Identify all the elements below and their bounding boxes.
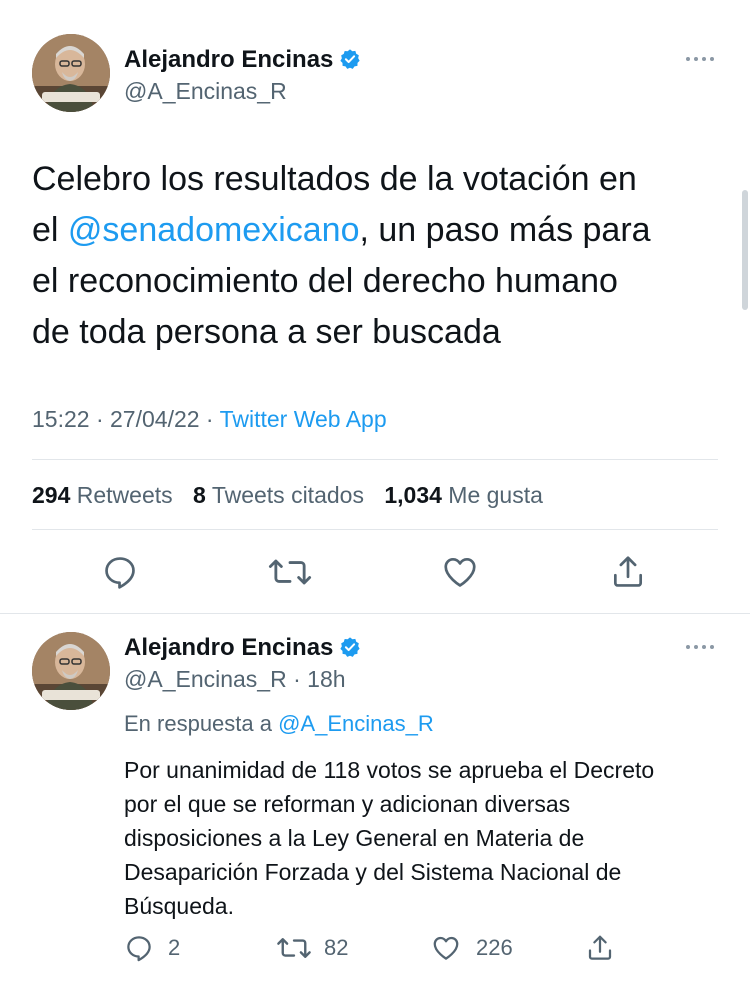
likes-label: Me gusta xyxy=(448,482,543,508)
like-icon xyxy=(433,936,459,960)
tweet-text-segment: , un paso más para xyxy=(359,211,651,249)
author-handle-line: @A_Encinas_R · 18h xyxy=(124,666,346,692)
in-reply-to: En respuesta a @A_Encinas_R xyxy=(124,711,434,737)
reply-text-line: por el que se reforman y adicionan diver… xyxy=(124,791,571,817)
reply-text-line: Búsqueda. xyxy=(124,893,234,919)
reply-text-line: Por unanimidad de 118 votos se aprueba e… xyxy=(124,757,655,783)
tweet-time[interactable]: 15:22 xyxy=(32,406,90,432)
tweet-text-line: Celebro los resultados de la votación en xyxy=(32,160,637,198)
reply-icon xyxy=(127,936,151,962)
mention-link[interactable]: @senadomexicano xyxy=(68,211,360,249)
author-name-text[interactable]: Alejandro Encinas xyxy=(124,634,333,661)
share-button[interactable] xyxy=(604,548,652,596)
retweet-icon xyxy=(268,559,312,585)
retweet-count: 82 xyxy=(324,935,349,960)
retweet-button[interactable]: 82 xyxy=(276,928,348,968)
reply-text-line: disposiciones a la Ley General en Materi… xyxy=(124,825,585,851)
reply-button[interactable]: 2 xyxy=(124,928,180,968)
author-name[interactable]: Alejandro Encinas xyxy=(124,46,361,74)
retweets-label: Retweets xyxy=(76,482,173,508)
like-count: 226 xyxy=(476,935,513,960)
author-handle[interactable]: @A_Encinas_R xyxy=(124,666,287,692)
retweet-icon xyxy=(277,938,311,958)
retweets-stat[interactable]: 294 Retweets xyxy=(32,482,173,508)
divider xyxy=(32,529,718,530)
tweet-text-line: el @senadomexicano, un paso más para xyxy=(32,205,722,256)
tweet-date[interactable]: 27/04/22 xyxy=(110,406,200,432)
avatar[interactable] xyxy=(32,34,110,112)
tweet-source[interactable]: Twitter Web App xyxy=(220,406,387,432)
share-icon xyxy=(613,556,643,587)
quotes-label: Tweets citados xyxy=(211,482,364,508)
reply-button[interactable] xyxy=(96,548,144,596)
like-button[interactable] xyxy=(436,548,484,596)
share-button[interactable] xyxy=(580,928,620,968)
more-icon[interactable] xyxy=(686,645,714,649)
scrollbar-thumb[interactable] xyxy=(742,190,748,310)
avatar[interactable] xyxy=(32,632,110,710)
in-reply-handle[interactable]: @A_Encinas_R xyxy=(278,711,434,736)
divider xyxy=(0,613,750,614)
likes-count: 1,034 xyxy=(384,482,442,508)
tweet-text-line: el reconocimiento del derecho humano xyxy=(32,262,618,300)
in-reply-label: En respuesta a xyxy=(124,711,272,736)
tweet-text-segment: el xyxy=(32,211,68,249)
quotes-stat[interactable]: 8 Tweets citados xyxy=(193,482,364,508)
reply-count: 2 xyxy=(168,935,181,960)
reply-text: Por unanimidad de 118 votos se aprueba e… xyxy=(124,753,724,923)
likes-stat[interactable]: 1,034 Me gusta xyxy=(384,482,543,508)
author-name[interactable]: Alejandro Encinas xyxy=(124,634,361,662)
like-icon xyxy=(444,557,476,587)
verified-badge-icon xyxy=(340,49,361,69)
tweet-stats: 294 Retweets 8 Tweets citados 1,034 Me g… xyxy=(32,482,557,509)
tweet-time[interactable]: 18h xyxy=(307,666,345,692)
author-handle[interactable]: @A_Encinas_R xyxy=(124,78,287,105)
quotes-count: 8 xyxy=(193,482,206,508)
tweet-text-line: de toda persona a ser buscada xyxy=(32,313,501,351)
retweets-count: 294 xyxy=(32,482,71,508)
tweet-text: Celebro los resultados de la votación en… xyxy=(32,154,722,358)
like-button[interactable]: 226 xyxy=(430,928,513,968)
retweet-button[interactable] xyxy=(264,548,316,596)
reply-text-line: Desaparición Forzada y del Sistema Nacio… xyxy=(124,859,622,885)
author-name-text[interactable]: Alejandro Encinas xyxy=(124,46,333,73)
verified-badge-icon xyxy=(340,637,361,657)
reply-icon xyxy=(105,557,135,589)
share-icon xyxy=(588,935,612,960)
tweet-meta: 15:22 · 27/04/22 · Twitter Web App xyxy=(32,406,387,432)
more-icon[interactable] xyxy=(686,57,714,61)
divider xyxy=(32,459,718,460)
